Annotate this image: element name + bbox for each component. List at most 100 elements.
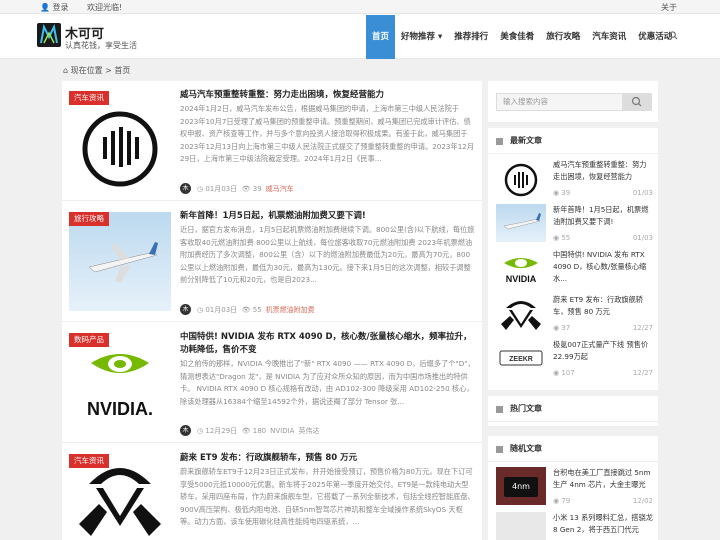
latest-thumbnail[interactable]	[496, 159, 546, 197]
article-item: 汽车资讯 威马汽车预重整转重整：努力走出困境，恢复经营能力 2024年1月2日，…	[62, 81, 482, 201]
article-title[interactable]: 威马汽车预重整转重整：努力走出困境，恢复经营能力	[180, 89, 472, 102]
eye-icon: ◉	[553, 234, 560, 242]
clock-icon: ◷	[197, 184, 204, 193]
random-item-title[interactable]: 台积电在美工厂直接跳过 5nm 生产 4nm 芯片，大金主曝光	[553, 467, 653, 491]
search-icon	[631, 96, 642, 107]
svg-text:NVIDIA: NVIDIA	[506, 274, 537, 284]
latest-item-title[interactable]: 极氪007正式量产下线 预售价22.99万起	[553, 339, 653, 363]
sidebar-random: 随机文章 4nm 台积电在美工厂直接跳过 5nm 生产 4nm 芯片，大金主曝光…	[488, 436, 658, 540]
site-header: 木可可 认真花钱，享受生活 首页 好物推荐 ▾ 推荐排行 美食佳肴 旅行攻略 汽…	[0, 14, 720, 59]
welcome-text: 欢迎光临!	[87, 3, 123, 12]
hot-title: 热门文章	[488, 396, 658, 422]
about-link[interactable]: 关于	[661, 2, 677, 13]
sidebar-latest: 最新文章 威马汽车预重整转重整：努力走出困境，恢复经营能力 ◉ 39 01/03 …	[488, 128, 658, 390]
sidebar-hot: 热门文章	[488, 396, 658, 426]
article-list: 汽车资讯 威马汽车预重整转重整：努力走出困境，恢复经营能力 2024年1月2日，…	[62, 81, 482, 540]
nav-travel[interactable]: 旅行攻略	[540, 15, 586, 59]
latest-item-title[interactable]: 蔚来 ET9 发布：行政旗舰轿车，预售 80 万元	[553, 294, 653, 318]
eye-icon: ◉	[553, 497, 560, 505]
nav-ranking[interactable]: 推荐排行	[448, 15, 494, 59]
article-item: 汽车资讯 蔚来 ET9 发布：行政旗舰轿车，预售 80 万元 蔚来旗舰轿车ET9…	[62, 444, 482, 540]
latest-item-title[interactable]: 威马汽车预重整转重整：努力走出困境，恢复经营能力	[553, 159, 653, 183]
site-slogan: 认真花钱，享受生活	[65, 41, 137, 50]
category-badge[interactable]: 旅行攻略	[69, 212, 109, 226]
article-tag[interactable]: NVIDIA	[270, 427, 294, 435]
article-excerpt: 2024年1月2日，威马汽车发布公告，根据威马集团的申请，上海市第三中级人民法院…	[180, 104, 475, 164]
category-badge[interactable]: 汽车资讯	[69, 454, 109, 468]
random-item-title[interactable]: 小米 13 系列曝料汇总，搭骁龙 8 Gen 2，将于西五门代元	[553, 512, 653, 536]
sidebar-search-button[interactable]	[622, 93, 652, 111]
eye-icon: ◉	[553, 369, 560, 377]
author-avatar[interactable]: 木	[180, 183, 191, 194]
article-title[interactable]: 蔚来 ET9 发布：行政旗舰轿车，预售 80 万元	[180, 452, 472, 465]
eye-icon: 👁	[241, 184, 251, 193]
latest-item[interactable]: 蔚来 ET9 发布：行政旗舰轿车，预售 80 万元 ◉ 37 12/27	[496, 294, 654, 338]
latest-thumbnail[interactable]	[496, 294, 546, 332]
category-badge[interactable]: 数码产品	[69, 333, 109, 347]
latest-item[interactable]: ZEEKR 极氪007正式量产下线 预售价22.99万起 ◉ 107 12/27	[496, 339, 654, 383]
nav-food[interactable]: 美食佳肴	[494, 15, 540, 59]
article-thumbnail[interactable]	[69, 91, 171, 190]
article-meta: 木 ◷ 01月03日 👁 55 机票燃油附加费	[180, 304, 315, 315]
article-title[interactable]: 中国特供! NVIDIA 发布 RTX 4090 D，核心数/张量核心缩水，频率…	[180, 331, 472, 357]
random-item[interactable]: 4nm 台积电在美工厂直接跳过 5nm 生产 4nm 芯片，大金主曝光 ◉ 79…	[496, 467, 654, 511]
nav-cars[interactable]: 汽车资讯	[586, 15, 632, 59]
latest-item-meta: ◉ 37 12/27	[553, 324, 653, 332]
article-thumbnail[interactable]	[69, 212, 171, 311]
article-tag[interactable]: 威马汽车	[266, 184, 294, 194]
article-tag[interactable]: 机票燃油附加费	[266, 305, 315, 315]
sidebar-search-input[interactable]: 输入搜索内容	[496, 93, 623, 111]
latest-item-title[interactable]: 中国特供! NVIDIA 发布 RTX 4090 D，核心数/张量核心缩水...	[553, 249, 653, 285]
article-tag[interactable]: 英伟达	[298, 426, 319, 436]
random-thumbnail[interactable]	[496, 512, 546, 540]
eye-icon: ◉	[553, 324, 560, 332]
article-thumbnail[interactable]: NVIDIA.	[69, 333, 171, 432]
eye-icon: 👁	[241, 305, 251, 314]
site-logo[interactable]	[37, 23, 61, 47]
article-meta: 木 ◷ 12月29日 👁 180 NVIDIA 英伟达	[180, 425, 319, 436]
latest-item-meta: ◉ 39 01/03	[553, 189, 653, 197]
svg-text:ZEEKR: ZEEKR	[509, 356, 533, 363]
latest-item-title[interactable]: 新年首降！1月5日起，机票燃油附加费又要下调!	[553, 204, 653, 228]
latest-item[interactable]: 威马汽车预重整转重整：努力走出困境，恢复经营能力 ◉ 39 01/03	[496, 159, 654, 203]
latest-thumbnail[interactable]	[496, 204, 546, 242]
nav-recommend[interactable]: 好物推荐 ▾	[395, 15, 448, 59]
clock-icon: ◷	[197, 305, 204, 314]
latest-item-meta: ◉ 107 12/27	[553, 369, 653, 377]
airplane-image	[88, 242, 158, 282]
svg-text:NVIDIA.: NVIDIA.	[87, 399, 153, 419]
author-avatar[interactable]: 木	[180, 425, 191, 436]
article-title[interactable]: 新年首降！1月5日起，机票燃油附加费又要下调!	[180, 210, 472, 223]
top-bar: 👤 登录 欢迎光临! 关于	[0, 0, 720, 14]
login-link[interactable]: 👤 登录	[40, 2, 69, 13]
user-icon: 👤	[40, 3, 50, 12]
nvidia-logo: NVIDIA.	[87, 354, 153, 419]
category-badge[interactable]: 汽车资讯	[69, 91, 109, 105]
nav-home[interactable]: 首页	[366, 15, 395, 59]
article-item: NVIDIA. 数码产品 中国特供! NVIDIA 发布 RTX 4090 D，…	[62, 323, 482, 443]
random-thumbnail[interactable]: 4nm	[496, 467, 546, 505]
article-excerpt: 如之前传的那样，NVIDIA 今晚推出了"新" RTX 4090 —— RTX …	[180, 359, 475, 406]
latest-title: 最新文章	[488, 128, 658, 154]
main-nav: 首页 好物推荐 ▾ 推荐排行 美食佳肴 旅行攻略 汽车资讯 优惠活动	[366, 15, 678, 59]
article-excerpt: 蔚来旗舰轿车ET9于12月23日正式发布，并开始接受预订，预售价格为80万元。现…	[180, 467, 475, 527]
eye-icon: 👁	[241, 426, 251, 435]
random-title: 随机文章	[488, 436, 658, 462]
article-excerpt: 近日，据官方发布消息，1月5日起机票燃油附加费继续下调。800公里(含)以下航线…	[180, 225, 475, 285]
breadcrumb: ⌂ 现在位置 > 首页	[63, 66, 131, 75]
clock-icon: ◷	[197, 426, 204, 435]
random-item[interactable]: 小米 13 系列曝料汇总，搭骁龙 8 Gen 2，将于西五门代元	[496, 512, 654, 540]
sidebar-search: 输入搜索内容	[488, 81, 658, 122]
article-meta: 木 ◷ 01月03日 👁 39 威马汽车	[180, 183, 294, 194]
article-item: 旅行攻略 新年首降！1月5日起，机票燃油附加费又要下调! 近日，据官方发布消息，…	[62, 202, 482, 322]
latest-item[interactable]: NVIDIA 中国特供! NVIDIA 发布 RTX 4090 D，核心数/张量…	[496, 249, 654, 293]
latest-item[interactable]: 新年首降！1月5日起，机票燃油附加费又要下调! ◉ 55 01/03	[496, 204, 654, 248]
breadcrumb-home[interactable]: 首页	[114, 66, 130, 75]
weltmeister-logo	[82, 111, 158, 187]
search-icon[interactable]	[669, 31, 678, 40]
latest-thumbnail[interactable]: ZEEKR	[496, 339, 546, 377]
latest-thumbnail[interactable]: NVIDIA	[496, 249, 546, 287]
random-item-meta: ◉ 79 12/02	[553, 497, 653, 505]
author-avatar[interactable]: 木	[180, 304, 191, 315]
eye-icon: ◉	[553, 189, 560, 197]
